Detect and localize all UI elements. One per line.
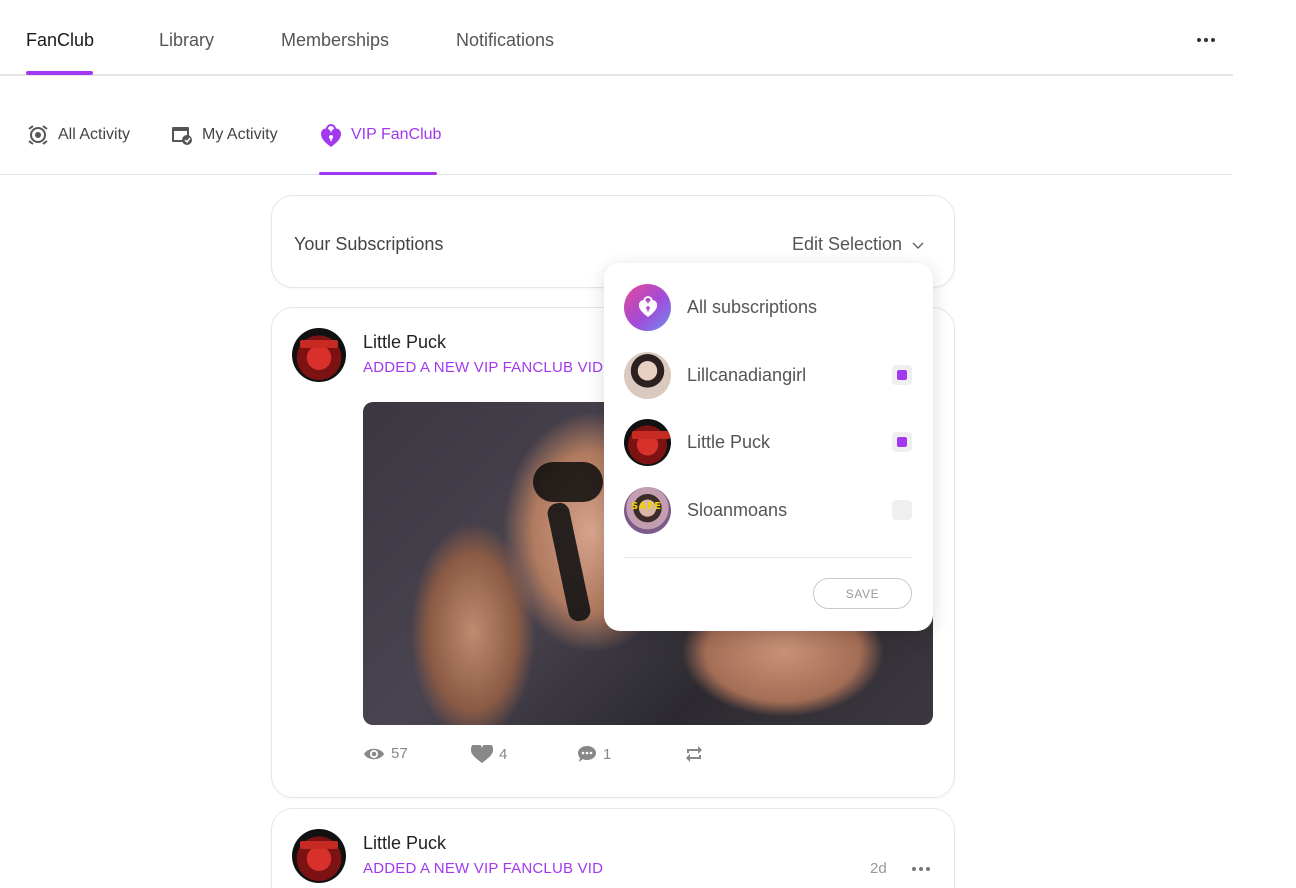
chevron-down-icon xyxy=(912,234,924,255)
subscription-checkbox[interactable] xyxy=(892,432,912,452)
post-stats: 57 4 1 xyxy=(363,745,763,765)
subtab-my-activity[interactable]: My Activity xyxy=(171,124,278,146)
page: FanClub Library Memberships Notification… xyxy=(0,0,1296,888)
post-more-icon[interactable] xyxy=(912,867,930,871)
vip-lock-heart-icon xyxy=(624,283,671,331)
post-action: ADDED A NEW VIP FANCLUB VID xyxy=(363,860,604,877)
subscription-checkbox[interactable] xyxy=(892,365,912,385)
sub-nav: All Activity My Activity VIP FanClub xyxy=(0,76,1232,175)
top-nav: FanClub Library Memberships Notification… xyxy=(0,0,1233,76)
subscription-selection-dropdown: All subscriptions Lillcanadiangirl Littl… xyxy=(604,263,933,631)
more-horizontal-icon[interactable] xyxy=(1194,30,1218,50)
avatar xyxy=(624,418,671,466)
dropdown-item-label: All subscriptions xyxy=(687,296,818,317)
my-activity-icon xyxy=(171,124,193,146)
post-card: Little Puck ADDED A NEW VIP FANCLUB VID … xyxy=(271,808,955,888)
vip-lock-heart-icon xyxy=(320,124,342,147)
active-subtab-indicator xyxy=(319,172,437,175)
edit-selection-label: Edit Selection xyxy=(792,234,903,254)
comment-button[interactable]: 1 xyxy=(577,745,611,763)
dropdown-item-label: Little Puck xyxy=(687,431,771,452)
save-button[interactable]: SAVE xyxy=(813,578,912,609)
post-action: ADDED A NEW VIP FANCLUB VID xyxy=(363,359,604,376)
post-author[interactable]: Little Puck xyxy=(363,833,446,854)
eye-icon xyxy=(363,747,385,761)
subtab-my-activity-label: My Activity xyxy=(202,126,278,143)
repost-icon xyxy=(684,745,704,763)
post-timestamp: 2d xyxy=(870,860,887,877)
active-tab-indicator xyxy=(26,71,93,75)
views-stat: 57 xyxy=(363,745,408,762)
subscriptions-title: Your Subscriptions xyxy=(294,234,444,254)
tab-memberships[interactable]: Memberships xyxy=(281,30,389,51)
avatar[interactable] xyxy=(292,829,346,883)
dropdown-divider xyxy=(624,557,912,558)
dropdown-item-little-puck[interactable]: Little Puck xyxy=(624,418,914,466)
dropdown-item-label: Sloanmoans xyxy=(687,499,788,520)
like-button[interactable]: 4 xyxy=(471,745,507,764)
views-count: 57 xyxy=(391,745,408,762)
dropdown-item-all-subscriptions[interactable]: All subscriptions xyxy=(624,283,914,331)
dropdown-item-label: Lillcanadiangirl xyxy=(687,364,807,385)
avatar xyxy=(624,351,671,399)
all-activity-icon xyxy=(27,124,49,146)
dropdown-item-lillcanadiangirl[interactable]: Lillcanadiangirl xyxy=(624,351,914,399)
avatar[interactable] xyxy=(292,328,346,382)
heart-icon xyxy=(471,745,493,764)
comment-icon xyxy=(577,745,597,763)
subtab-all-activity-label: All Activity xyxy=(58,126,131,143)
subtab-vip-fanclub[interactable]: VIP FanClub xyxy=(320,124,442,147)
subtab-vip-fanclub-label: VIP FanClub xyxy=(351,126,442,143)
subscription-checkbox[interactable] xyxy=(892,500,912,520)
subtab-all-activity[interactable]: All Activity xyxy=(27,124,130,146)
tab-library[interactable]: Library xyxy=(159,30,214,51)
tab-fanclub[interactable]: FanClub xyxy=(26,30,94,51)
dropdown-item-sloanmoans[interactable]: Sloanmoans xyxy=(624,486,914,534)
likes-count: 4 xyxy=(499,746,508,763)
comments-count: 1 xyxy=(603,745,612,763)
tab-notifications[interactable]: Notifications xyxy=(456,30,554,51)
post-author[interactable]: Little Puck xyxy=(363,332,446,353)
repost-button[interactable] xyxy=(684,745,704,763)
edit-selection-button[interactable]: Edit Selection xyxy=(792,234,924,255)
avatar xyxy=(624,486,671,534)
